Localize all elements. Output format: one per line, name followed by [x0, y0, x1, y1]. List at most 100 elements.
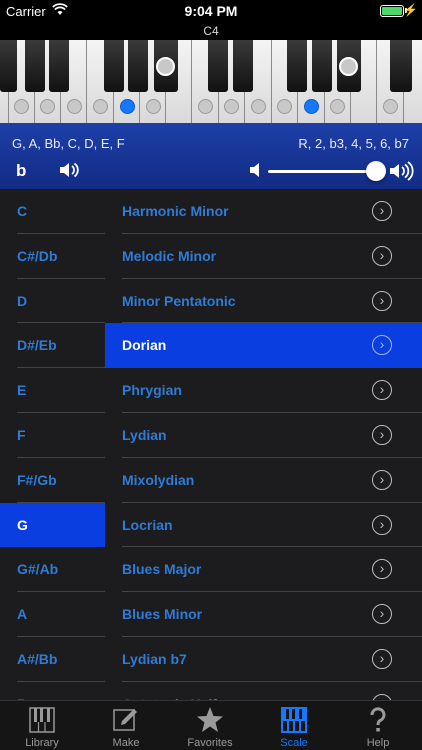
star-icon	[197, 707, 223, 732]
note-marker	[14, 99, 29, 114]
flat-toggle-button[interactable]: b	[16, 161, 26, 181]
scale-label: Mixolydian	[122, 471, 195, 488]
library-icon	[29, 707, 55, 733]
disclosure-chevron-icon[interactable]: ›	[372, 335, 392, 356]
note-marker	[224, 99, 239, 114]
key-row[interactable]: C#/Db	[0, 234, 105, 279]
piano-black-key[interactable]	[49, 40, 69, 92]
disclosure-chevron-icon[interactable]: ›	[372, 424, 392, 445]
scale-row[interactable]: Dorian ›	[105, 323, 422, 369]
volume-slider[interactable]	[268, 170, 378, 173]
volume-slider-knob[interactable]	[366, 161, 386, 181]
piano-black-key[interactable]	[287, 40, 307, 92]
piano-black-key[interactable]	[104, 40, 124, 92]
tab-library[interactable]: Library	[0, 701, 84, 750]
scale-row[interactable]: Lydian b7 ›	[105, 637, 422, 682]
scale-row[interactable]: Lydian ›	[105, 413, 422, 458]
scale-row[interactable]: Melodic Minor ›	[105, 234, 422, 279]
key-row[interactable]: G	[0, 502, 105, 548]
piano-black-key[interactable]	[25, 40, 45, 92]
charging-icon: ⚡	[403, 3, 418, 17]
piano-black-key[interactable]	[390, 40, 412, 92]
make-icon	[113, 709, 137, 731]
disclosure-chevron-icon[interactable]: ›	[372, 245, 392, 266]
tab-scale[interactable]: Scale	[252, 701, 336, 750]
piano-keyboard[interactable]	[0, 40, 422, 123]
piano-black-key[interactable]	[312, 40, 332, 92]
piano-black-key[interactable]	[128, 40, 148, 92]
scale-label: Phrygian	[122, 382, 182, 399]
disclosure-chevron-icon[interactable]: ›	[372, 290, 392, 311]
scale-icon	[281, 707, 307, 733]
key-row[interactable]: F#/Gb	[0, 458, 105, 503]
scale-row[interactable]: Harmonic Minor ›	[105, 189, 422, 234]
key-row[interactable]: A	[0, 592, 105, 637]
scale-list[interactable]: Harmonic Minor › Melodic Minor › Minor Penta…	[105, 189, 422, 700]
key-label: A	[17, 606, 28, 623]
key-row[interactable]: G#/Ab	[0, 547, 105, 593]
disclosure-chevron-icon[interactable]: ›	[372, 559, 392, 580]
scale-info-panel: G, A, Bb, C, D, E, F R, 2, b3, 4, 5, 6, …	[0, 123, 422, 189]
key-label: D#/Eb	[17, 337, 57, 354]
piano-black-key[interactable]	[0, 40, 17, 92]
tab-favorites[interactable]: Favorites	[168, 701, 252, 750]
key-row[interactable]: E	[0, 368, 105, 413]
octave-label: C4	[0, 22, 422, 40]
scale-label: Melodic Minor	[122, 247, 217, 264]
note-marker	[277, 99, 292, 114]
scale-note-marker	[339, 57, 358, 76]
picker-lists: C C#/Db D D#/Eb E F F#/Gb G G#/Ab A A#/Bb B Harmoni…	[0, 189, 422, 700]
key-row[interactable]: D#/Eb	[0, 323, 105, 369]
scale-label: Dorian	[122, 337, 167, 354]
play-scale-button[interactable]	[58, 161, 80, 184]
key-label: F#/Gb	[17, 471, 57, 488]
scale-label: Minor Pentatonic	[122, 292, 236, 309]
scale-row[interactable]: Mixolydian ›	[105, 458, 422, 503]
piano-black-key[interactable]	[233, 40, 253, 92]
disclosure-chevron-icon[interactable]: ›	[372, 201, 392, 221]
volume-low-icon	[248, 161, 262, 184]
tab-help[interactable]: Help	[336, 701, 420, 750]
scale-label: Lydian b7	[122, 650, 187, 667]
scale-row[interactable]: Octatonic Half›	[105, 682, 422, 700]
clock: 9:04 PM	[184, 3, 238, 19]
scale-intervals: R, 2, b3, 4, 5, 6, b7	[298, 136, 409, 151]
key-row[interactable]: F	[0, 413, 105, 458]
tab-favorites-label: Favorites	[187, 737, 233, 749]
disclosure-chevron-icon[interactable]: ›	[372, 648, 392, 669]
scale-label: Locrian	[122, 516, 173, 533]
key-label: G	[17, 516, 28, 533]
note-marker	[67, 99, 82, 114]
key-label: F	[17, 426, 26, 443]
scale-row[interactable]: Phrygian ›	[105, 368, 422, 413]
key-row[interactable]: A#/Bb	[0, 637, 105, 682]
status-bar: Carrier 9:04 PM ⚡	[0, 0, 422, 22]
scale-row[interactable]: Blues Major ›	[105, 547, 422, 593]
note-marker	[146, 99, 161, 114]
piano-black-key[interactable]	[208, 40, 228, 92]
scale-row[interactable]: Locrian ›	[105, 503, 422, 548]
disclosure-chevron-icon[interactable]: ›	[372, 469, 392, 490]
key-row[interactable]: D	[0, 279, 105, 324]
tab-library-label: Library	[25, 737, 59, 749]
tab-make[interactable]: Make	[84, 701, 168, 750]
note-marker	[383, 99, 398, 114]
disclosure-chevron-icon[interactable]: ›	[372, 604, 392, 625]
root-note-marker	[304, 99, 319, 114]
key-row[interactable]: C	[0, 189, 105, 234]
tab-bar: Library Make Favorites Scale Help	[0, 700, 422, 750]
scale-row[interactable]: Minor Pentatonic ›	[105, 279, 422, 324]
scale-notes: G, A, Bb, C, D, E, F	[12, 136, 125, 151]
key-label: C#/Db	[17, 247, 58, 264]
tab-help-label: Help	[366, 737, 390, 749]
disclosure-chevron-icon[interactable]: ›	[372, 514, 392, 535]
scale-note-marker	[156, 57, 175, 76]
key-row[interactable]: B	[0, 682, 105, 700]
disclosure-chevron-icon[interactable]: ›	[372, 380, 392, 401]
volume-high-icon	[388, 161, 414, 186]
scale-row[interactable]: Blues Minor ›	[105, 592, 422, 637]
note-marker	[93, 99, 108, 114]
scale-label: Blues Minor	[122, 606, 203, 623]
key-list[interactable]: C C#/Db D D#/Eb E F F#/Gb G G#/Ab A A#/Bb B	[0, 189, 105, 700]
key-label: G#/Ab	[17, 561, 59, 578]
